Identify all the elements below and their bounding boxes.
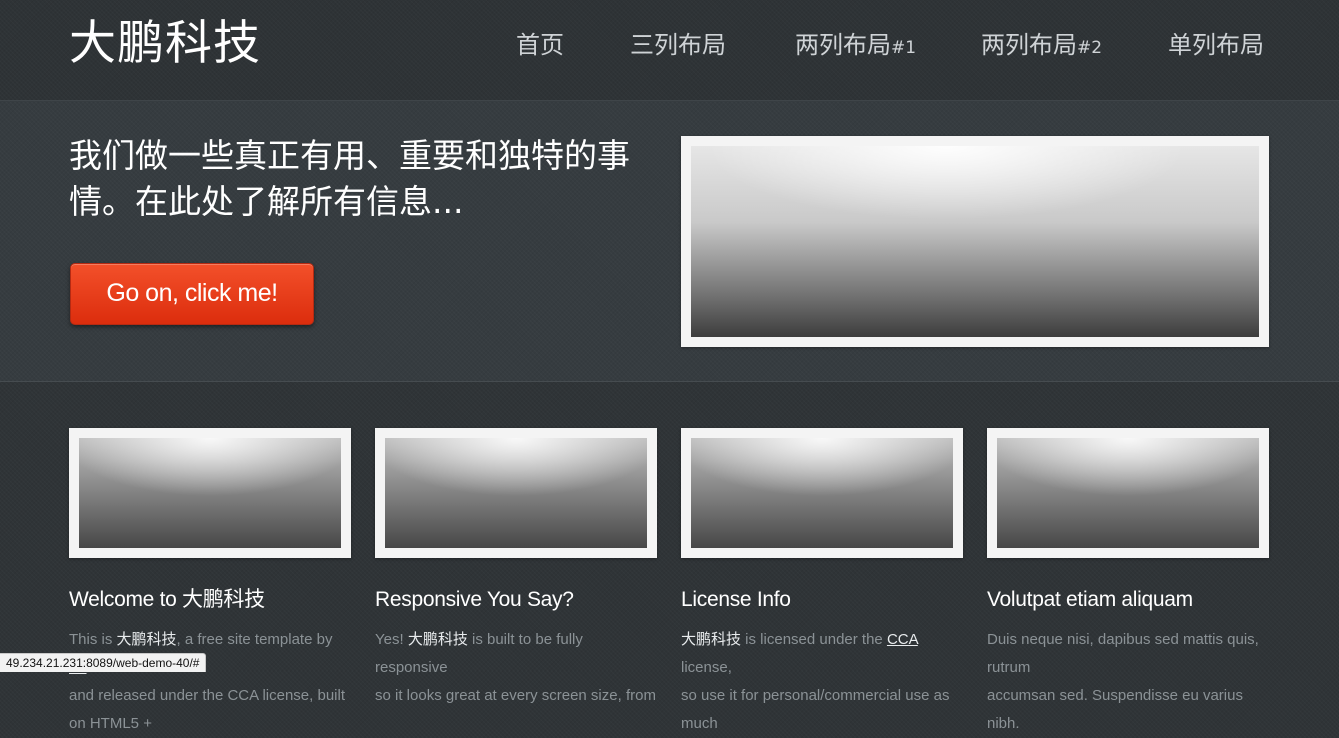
brand-name: 大鹏科技 — [681, 631, 742, 648]
banner-headline: 我们做一些真正有用、重要和独特的事情。在此处了解所有信息... — [69, 136, 630, 221]
card-text: Yes! 大鹏科技 is built to be fully responsiv… — [375, 626, 657, 710]
card-title: Welcome to 大鹏科技 — [69, 588, 265, 611]
text-run: Duis neque nisi, dapibus sed mattis quis… — [987, 631, 1259, 676]
card-title: Volutpat etiam aliquam — [987, 588, 1193, 611]
text-run: , a free site template by — [176, 631, 333, 648]
nav-suffix: #1 — [891, 38, 917, 58]
nav-label: 三列布局 — [630, 31, 726, 59]
license-link[interactable]: CCA — [887, 631, 918, 648]
main-nav: 首页 三列布局 两列布局#1 两列布局#2 单列布局 — [0, 28, 1339, 64]
text-run: This is — [69, 631, 117, 648]
card-image[interactable] — [997, 438, 1259, 548]
card-image-frame — [69, 428, 351, 558]
banner-image — [691, 146, 1259, 337]
card-title: License Info — [681, 588, 791, 611]
text-run: Yes! — [375, 631, 408, 648]
card-image[interactable] — [79, 438, 341, 548]
card-image-frame — [375, 428, 657, 558]
card-image-frame — [681, 428, 963, 558]
nav-suffix: #2 — [1077, 38, 1103, 58]
cta-button[interactable]: Go on, click me! — [70, 263, 314, 325]
card-text: This is 大鹏科技, a free site template by AJ… — [69, 626, 351, 738]
text-run: license, — [681, 659, 732, 676]
text-run: and released under the CCA license, buil… — [69, 687, 346, 732]
browser-status-url: 49.234.21.231:8089/web-demo-40/# — [0, 653, 207, 672]
card-image[interactable] — [385, 438, 647, 548]
nav-item-three-column[interactable]: 三列布局 — [630, 28, 726, 62]
card-image[interactable] — [691, 438, 953, 548]
card-image-frame — [987, 428, 1269, 558]
card-text: 大鹏科技 is licensed under the CCA license, s… — [681, 626, 963, 738]
text-run: accumsan sed. Suspendisse eu varius nibh… — [987, 687, 1243, 732]
nav-label: 两列布局 — [981, 31, 1077, 59]
text-run: is licensed under the — [741, 631, 887, 648]
card-title: Responsive You Say? — [375, 588, 574, 611]
nav-label: 两列布局 — [795, 31, 891, 59]
brand-name: 大鹏科技 — [407, 631, 468, 648]
site-header: 大鹏科技 首页 三列布局 两列布局#1 两列布局#2 单列布局 — [0, 0, 1339, 101]
brand-name: 大鹏科技 — [116, 631, 177, 648]
card-text: Duis neque nisi, dapibus sed mattis quis… — [987, 626, 1269, 738]
nav-item-two-column-1[interactable]: 两列布局#1 — [795, 28, 916, 65]
text-run: so it looks great at every screen size, … — [375, 687, 656, 704]
nav-item-one-column[interactable]: 单列布局 — [1168, 28, 1264, 62]
nav-item-two-column-2[interactable]: 两列布局#2 — [981, 28, 1102, 65]
nav-item-home[interactable]: 首页 — [516, 28, 564, 62]
nav-label: 单列布局 — [1168, 31, 1264, 59]
text-run: so use it for personal/commercial use as… — [681, 687, 950, 732]
nav-label: 首页 — [516, 31, 564, 59]
banner-image-frame — [681, 136, 1269, 347]
